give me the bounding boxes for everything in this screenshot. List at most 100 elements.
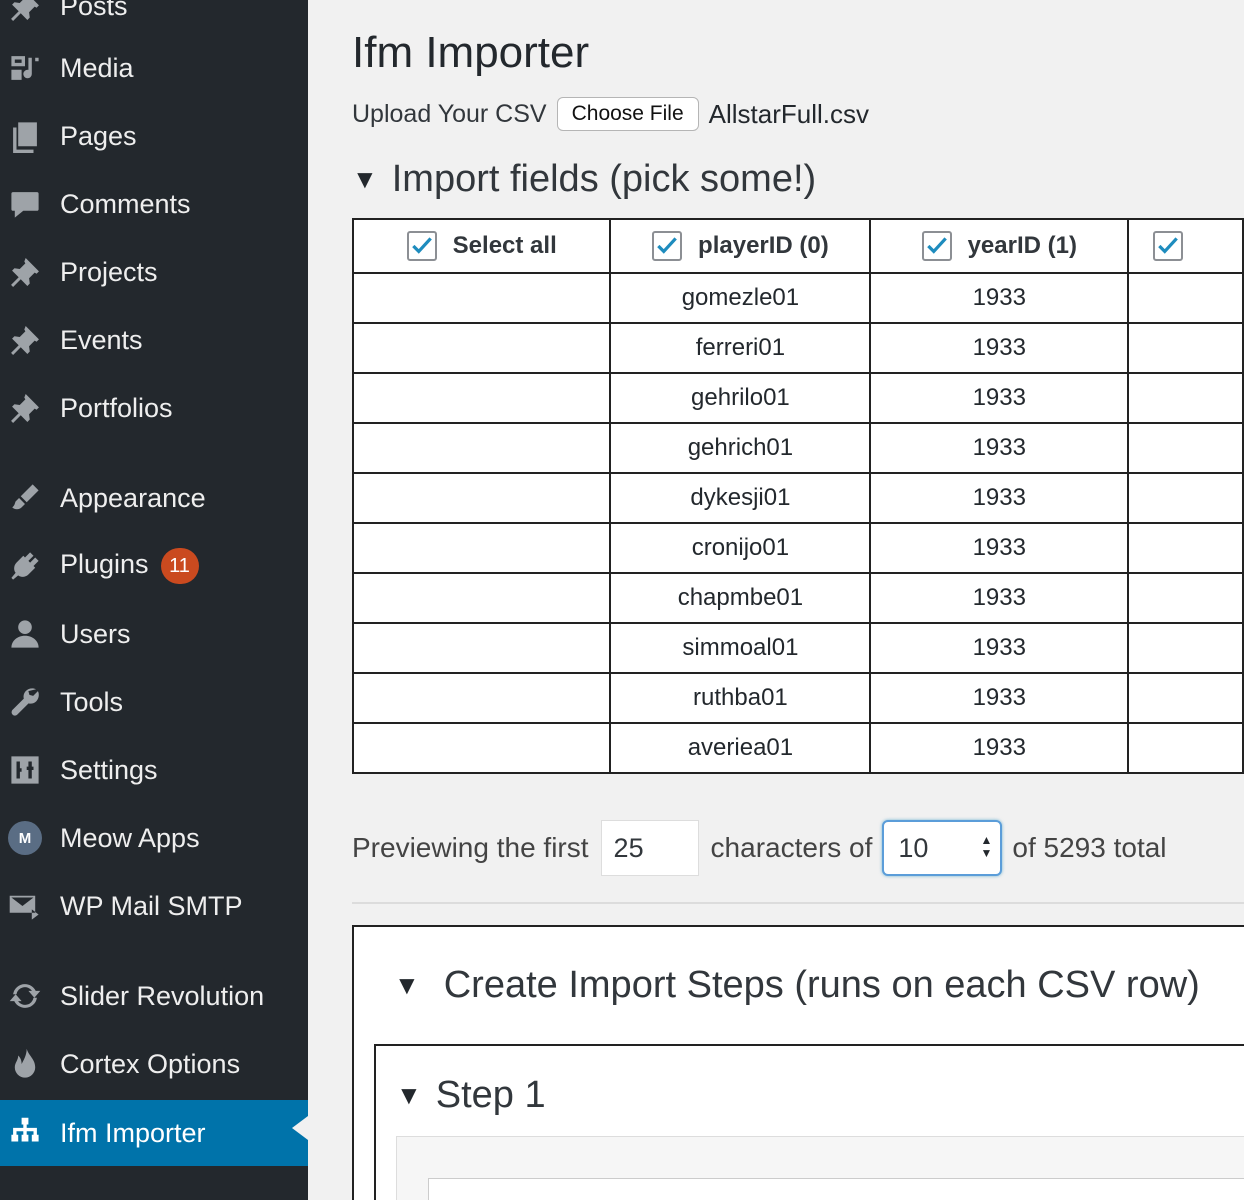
sidebar-item-label: Projects	[60, 256, 158, 287]
sidebar-item-label: Appearance	[60, 482, 206, 513]
yearid-checkbox[interactable]	[921, 231, 952, 261]
table-cell: ferreri01	[609, 322, 872, 374]
sidebar-item-settings[interactable]: Settings	[0, 742, 308, 798]
sidebar-item-plugins[interactable]: Plugins 11	[0, 538, 308, 594]
table-cell-overflow	[1127, 622, 1244, 674]
sidebar-item-label: Tools	[60, 686, 124, 717]
sidebar-item-comments[interactable]: Comments	[0, 176, 308, 232]
table-cell	[351, 372, 612, 424]
plugins-update-badge: 11	[160, 548, 199, 584]
table-cell: 1933	[869, 672, 1130, 724]
sidebar-item-label: Cortex Options	[60, 1048, 241, 1079]
table-header-row: Select all playerID (0) yearID (1)	[351, 218, 1244, 274]
table-cell: gomezle01	[609, 272, 872, 324]
sidebar-item-appearance[interactable]: Appearance	[0, 470, 308, 526]
pin-icon	[6, 0, 44, 25]
table-cell-overflow	[1127, 722, 1244, 774]
sidebar-item-projects[interactable]: Projects	[0, 244, 308, 300]
collapse-triangle-icon: ▼	[396, 1080, 422, 1110]
table-cell-overflow	[1127, 472, 1244, 524]
flame-icon	[6, 1045, 44, 1083]
playerid-header: playerID (0)	[609, 218, 872, 274]
table-cell: gehrilo01	[609, 372, 872, 424]
sidebar-item-slider-revolution[interactable]: Slider Revolution	[0, 968, 308, 1024]
table-cell-overflow	[1127, 322, 1244, 374]
next-field-checkbox[interactable]	[1153, 231, 1184, 261]
table-cell: simmoal01	[609, 622, 872, 674]
sidebar-item-cortex-options[interactable]: Cortex Options	[0, 1036, 308, 1092]
divider	[352, 902, 1244, 904]
table-cell-overflow	[1127, 422, 1244, 474]
sliders-icon	[6, 751, 44, 789]
checkmark-icon	[1158, 237, 1178, 254]
table-row: averiea01 1933	[351, 722, 1244, 774]
wrench-icon	[6, 683, 44, 721]
table-cell: gehrich01	[609, 422, 872, 474]
preview-rows-select[interactable]: 10 ▲ ▼	[882, 820, 1003, 876]
sidebar-item-label: Events	[60, 324, 143, 355]
media-icon	[6, 49, 44, 87]
import-fields-toggle[interactable]: ▼ Import fields (pick some!)	[352, 158, 816, 201]
import-fields-title: Import fields (pick some!)	[391, 158, 817, 200]
main-content: Ifm Importer Upload Your CSV Choose File…	[308, 0, 1244, 1200]
step-1-title: Step 1	[435, 1074, 546, 1116]
sidebar-item-meow-apps[interactable]: M Meow Apps	[0, 810, 308, 866]
select-all-checkbox[interactable]	[406, 231, 437, 261]
sidebar-item-label: Users	[60, 618, 131, 649]
sidebar-item-media[interactable]: Media	[0, 40, 308, 96]
pin-icon	[6, 389, 44, 427]
checkmark-icon	[926, 237, 947, 254]
step-field-box[interactable]	[428, 1178, 1244, 1200]
sidebar-item-label: Slider Revolution	[60, 980, 265, 1011]
table-cell: 1933	[869, 322, 1130, 374]
checkmark-icon	[657, 237, 677, 254]
sidebar-item-label: Plugins 11	[60, 548, 199, 584]
refresh-icon	[6, 977, 44, 1015]
choose-file-button[interactable]: Choose File	[556, 97, 699, 131]
sidebar-item-label: WP Mail SMTP	[60, 890, 243, 921]
table-row: dykesji01 1933	[351, 472, 1244, 524]
sidebar-item-label: Settings	[60, 754, 158, 785]
table-cell: 1933	[869, 622, 1130, 674]
preview-rows-value: 10	[898, 832, 929, 863]
page-title: Ifm Importer	[352, 28, 590, 77]
brush-icon	[6, 479, 44, 517]
table-cell	[351, 722, 612, 774]
sidebar-item-label: Pages	[60, 120, 137, 151]
collapse-triangle-icon: ▼	[394, 970, 420, 1000]
table-cell: 1933	[869, 722, 1130, 774]
table-row: gehrich01 1933	[351, 422, 1244, 474]
pages-icon	[6, 117, 44, 155]
table-cell: 1933	[869, 422, 1130, 474]
import-steps-title: Create Import Steps (runs on each CSV ro…	[443, 964, 1200, 1006]
sidebar-item-users[interactable]: Users	[0, 606, 308, 662]
sidebar-item-ifm-importer[interactable]: Ifm Importer	[0, 1100, 308, 1166]
step-1-toggle[interactable]: ▼ Step 1	[396, 1074, 546, 1117]
table-cell: 1933	[869, 522, 1130, 574]
table-cell: 1933	[869, 272, 1130, 324]
sidebar-item-pages[interactable]: Pages	[0, 108, 308, 164]
mail-icon	[6, 887, 44, 925]
select-stepper-icon: ▲ ▼	[980, 833, 993, 860]
sidebar-item-portfolios[interactable]: Portfolios	[0, 380, 308, 436]
table-row: simmoal01 1933	[351, 622, 1244, 674]
sidebar-item-wp-mail-smtp[interactable]: WP Mail SMTP	[0, 878, 308, 934]
table-cell-overflow	[1127, 672, 1244, 724]
sidebar-item-tools[interactable]: Tools	[0, 674, 308, 730]
user-icon	[6, 615, 44, 653]
table-row: ruthba01 1933	[351, 672, 1244, 724]
sidebar-item-events[interactable]: Events	[0, 312, 308, 368]
playerid-label: playerID (0)	[698, 232, 829, 259]
import-steps-toggle[interactable]: ▼ Create Import Steps (runs on each CSV …	[394, 964, 1200, 1007]
preview-controls: Previewing the first characters of 10 ▲▼…	[352, 818, 1167, 878]
playerid-checkbox[interactable]	[652, 231, 683, 261]
table-cell: 1933	[869, 572, 1130, 624]
table-cell-overflow	[1127, 572, 1244, 624]
import-fields-table: Select all playerID (0) yearID (1) gomez…	[351, 218, 1244, 774]
sidebar-item-posts[interactable]: Posts	[0, 0, 308, 34]
admin-sidebar: Posts Media Pages Comments Projects Even…	[0, 0, 308, 1200]
select-all-header: Select all	[351, 218, 612, 274]
preview-chars-input[interactable]	[600, 820, 699, 876]
select-all-label: Select all	[452, 232, 557, 259]
table-cell	[351, 422, 612, 474]
